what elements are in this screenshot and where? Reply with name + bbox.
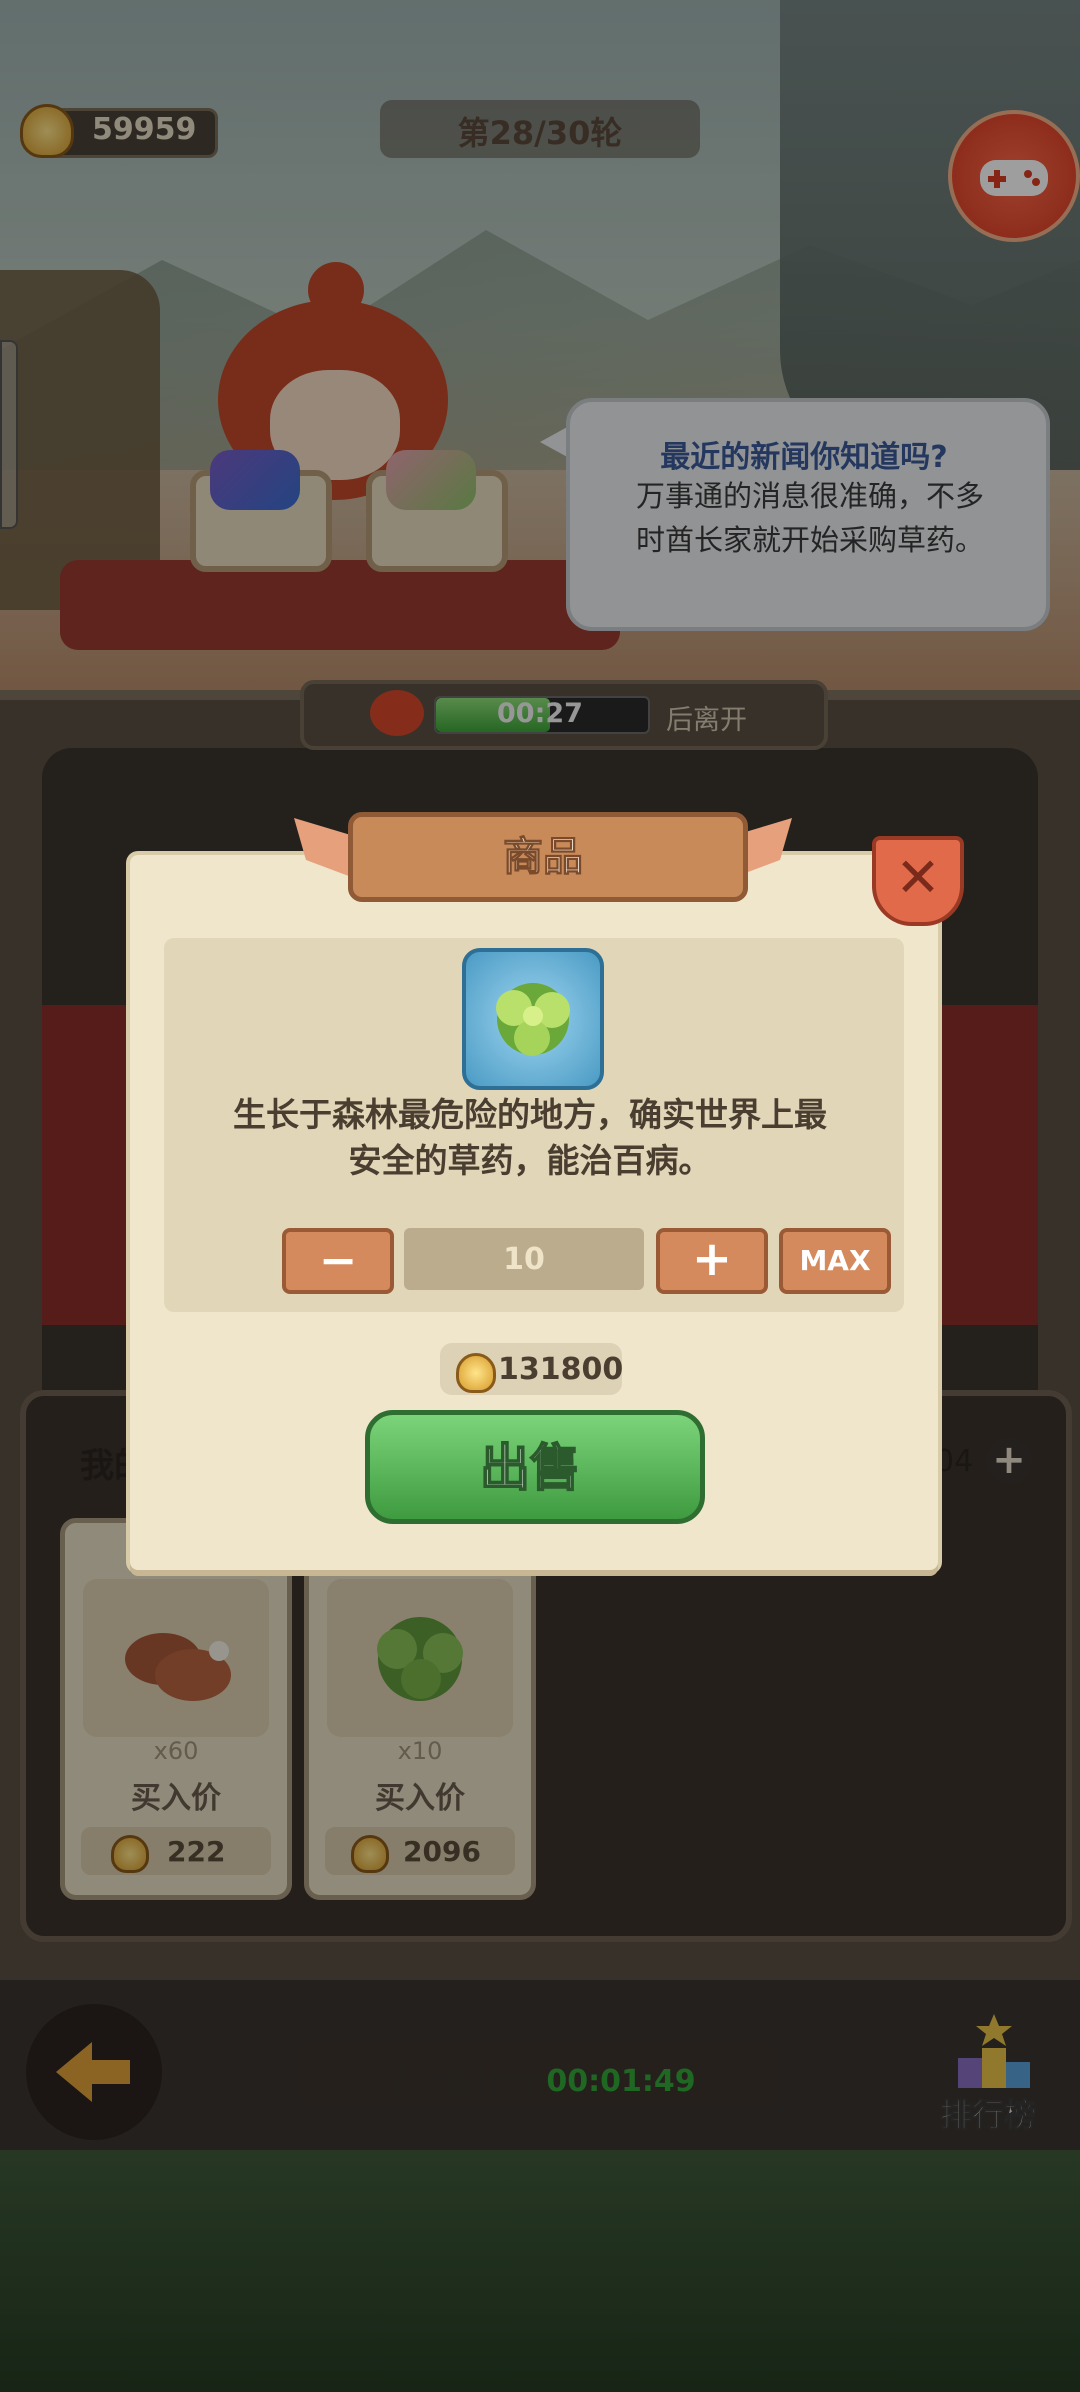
close-button[interactable]: ✕ — [872, 836, 964, 926]
item-description-line1: 生长于森林最危险的地方，确实世界上最 — [233, 1095, 827, 1134]
decrease-quantity-button[interactable]: − — [282, 1228, 394, 1294]
herb-icon — [462, 948, 604, 1090]
sell-button-label[interactable]: 出售 — [365, 1428, 695, 1500]
shell-coin-icon — [456, 1353, 496, 1393]
modal-title: 商品 — [503, 834, 584, 881]
quantity-input[interactable] — [404, 1228, 644, 1290]
item-description-line2: 安全的草药，能治百病。 — [348, 1141, 712, 1180]
close-icon: ✕ — [895, 846, 941, 909]
increase-quantity-button[interactable]: + — [656, 1228, 768, 1294]
item-description: 生长于森林最危险的地方，确实世界上最 安全的草药，能治百病。 — [200, 1092, 860, 1184]
sell-price: 131800 — [498, 1352, 624, 1387]
max-quantity-button[interactable]: MAX — [779, 1228, 891, 1294]
